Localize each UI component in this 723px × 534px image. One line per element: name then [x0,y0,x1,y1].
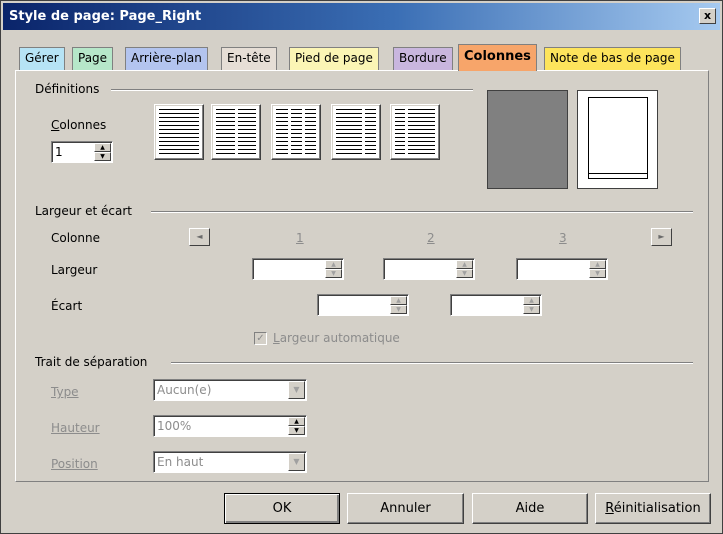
columns-value: 1 [55,145,63,159]
type-value: Aucun(e) [157,383,212,397]
auto-width-label: Largeur automatique [273,331,400,345]
divider [171,362,693,364]
width-label: Largeur [51,263,98,277]
layout-2-columns[interactable] [211,104,261,160]
height-stepper[interactable]: 100% ▲ ▼ [153,415,307,437]
reset-button[interactable]: Réinitialisation [595,493,711,524]
window-title: Style de page: Page_Right [9,9,202,24]
spin-down-icon[interactable]: ▼ [94,152,111,161]
definitions-title: Définitions [35,82,106,96]
close-button[interactable]: x [699,8,716,24]
spacing-2-field[interactable]: ▲ ▼ [450,294,542,316]
column-number-2: 2 [427,231,435,245]
next-column-button[interactable]: ► [651,228,672,246]
spin-up-icon[interactable]: ▲ [456,260,473,269]
check-icon: ✓ [256,333,265,344]
width-col3-field[interactable]: ▲ ▼ [516,258,608,280]
page-preview-content [588,97,648,179]
column-number-1: 1 [296,231,304,245]
page-style-dialog: Style de page: Page_Right x Gérer Page A… [0,0,723,534]
columns-stepper[interactable]: 1 ▲ ▼ [51,141,113,163]
tab-bordure[interactable]: Bordure [393,47,453,70]
title-bar: Style de page: Page_Right x [3,3,720,30]
spin-up-icon[interactable]: ▲ [523,296,540,305]
spin-down-icon[interactable]: ▼ [589,269,606,278]
layout-2-columns-left-large[interactable] [331,104,381,160]
close-icon: x [703,9,712,22]
spin-down-icon[interactable]: ▼ [288,426,305,435]
left-arrow-icon: ◄ [196,232,203,241]
spacing-1-field[interactable]: ▲ ▼ [317,294,409,316]
divider [151,211,693,213]
width-col2-field[interactable]: ▲ ▼ [383,258,475,280]
position-select[interactable]: En haut ▼ [153,451,307,473]
position-value: En haut [157,455,204,469]
tab-arriere-plan[interactable]: Arrière-plan [125,47,208,70]
spin-down-icon[interactable]: ▼ [523,305,540,314]
column-label: Colonne [51,231,100,245]
auto-width-checkbox[interactable]: ✓ [254,332,267,345]
type-label: Type [51,385,79,399]
tab-gerer[interactable]: Gérer [19,47,65,70]
help-button[interactable]: Aide [472,493,588,524]
width-col1-field[interactable]: ▲ ▼ [252,258,344,280]
tab-en-tete[interactable]: En-tête [221,47,277,70]
type-select[interactable]: Aucun(e) ▼ [153,379,307,401]
columns-label: Colonnes [51,118,107,132]
spin-up-icon[interactable]: ▲ [390,296,407,305]
spacing-label: Écart [51,299,83,313]
separator-title: Trait de séparation [35,355,154,369]
spin-down-icon[interactable]: ▼ [390,305,407,314]
column-number-3: 3 [559,231,567,245]
previous-column-button[interactable]: ◄ [189,228,210,246]
spin-down-icon[interactable]: ▼ [325,269,342,278]
layout-2-columns-right-large[interactable] [390,104,440,160]
page-preview-left [487,90,568,189]
chevron-down-icon[interactable]: ▼ [288,381,305,399]
spin-up-icon[interactable]: ▲ [325,260,342,269]
tab-page[interactable]: Page [72,47,114,70]
ok-button[interactable]: OK [224,493,340,524]
tab-pied-de-page[interactable]: Pied de page [289,47,379,70]
width-spacing-title: Largeur et écart [35,204,138,218]
spin-down-icon[interactable]: ▼ [456,269,473,278]
divider [111,89,473,91]
spin-up-icon[interactable]: ▲ [589,260,606,269]
layout-1-column[interactable] [154,104,204,160]
spin-up-icon[interactable]: ▲ [94,143,111,152]
height-label: Hauteur [51,421,100,435]
chevron-down-icon[interactable]: ▼ [288,453,305,471]
cancel-button[interactable]: Annuler [347,493,464,524]
tab-colonnes[interactable]: Colonnes [458,44,537,71]
page-preview-footer [588,173,648,176]
layout-3-columns[interactable] [271,104,321,160]
height-value: 100% [157,419,192,433]
tab-note-de-bas-de-page[interactable]: Note de bas de page [544,47,681,70]
position-label: Position [51,457,98,471]
spin-up-icon[interactable]: ▲ [288,417,305,426]
right-arrow-icon: ► [658,232,665,241]
